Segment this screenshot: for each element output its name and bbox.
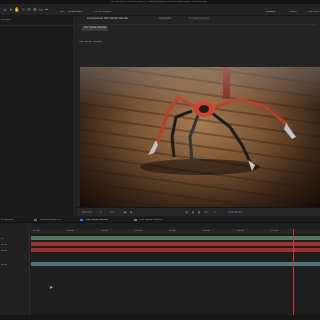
layer-row-label[interactable]: Mrow (1, 244, 7, 246)
orientation-label[interactable]: Orientation (68, 11, 83, 14)
chevron-down-icon[interactable]: ▾ (100, 210, 101, 215)
status-bar (0, 315, 320, 320)
draft-3d-label[interactable]: Top 3D Layers (93, 11, 111, 14)
region-icon[interactable]: ▣ (124, 210, 126, 215)
ruler-tick: 01:12f (67, 230, 75, 232)
channel-icon[interactable]: ◐ (186, 210, 188, 215)
layer-bar-red[interactable] (31, 242, 320, 246)
color-picker-icon[interactable]: ◉ (192, 210, 194, 215)
comp-color-swatch (34, 219, 37, 221)
frame-count: 0.0 (204, 211, 208, 214)
tab-footage[interactable]: Footage (none) (186, 16, 211, 22)
window-title: Adobe After Effects (Beta) - /Users/jess… (110, 0, 210, 3)
layer-bar-green[interactable] (31, 236, 320, 240)
layer-bar-teal[interactable] (31, 262, 320, 266)
ruler-tick: 07:12f (271, 230, 279, 232)
pen-tool-icon[interactable]: ✒ (44, 7, 50, 14)
comp-color-swatch (134, 219, 137, 221)
ruler-tick: 02:12f (101, 230, 109, 232)
content-label: Content (1, 19, 12, 21)
properties-label: Properties (1, 218, 14, 221)
tab-metadata[interactable]: Metadata (156, 16, 173, 22)
ruler-tick: 06:12f (237, 230, 245, 232)
layer-row-label[interactable]: Sibre (1, 250, 7, 252)
ruler-tick: 00:12f (33, 230, 41, 232)
ruler-tick: 03:12f (135, 230, 143, 232)
snap-label[interactable]: Sel (60, 11, 64, 14)
workspace-default[interactable]: Default (266, 11, 275, 14)
time-ruler[interactable]: 00:12f 01:12f 02:12f 03:12f 04:12f 05:12… (31, 229, 320, 235)
playhead[interactable] (293, 229, 294, 315)
tab-ssc-spider-render[interactable]: SSC Spider Render (86, 219, 108, 221)
tab-ssc-spider-nature[interactable]: SSC Spider Nature (140, 219, 162, 221)
panel-divider (0, 25, 74, 26)
tab-ssb-animated[interactable]: SSB Animated 3D (40, 219, 61, 221)
robot-shadow (140, 159, 260, 175)
workspace-learn[interactable]: Learn (290, 11, 297, 14)
timecode[interactable]: 0:00:01:04 (228, 210, 242, 215)
light-haze (80, 67, 320, 107)
workspace-standard[interactable]: Standard (308, 11, 320, 14)
layer-bar-red[interactable] (31, 248, 320, 252)
ruler-tick: 04:12f (169, 230, 177, 232)
viewer-controls: (55.8%) ▾ Full ▣ ▦ ◐ ◉ ■ 0.0 ◇ 0:00:01:0… (76, 207, 320, 216)
grid-icon[interactable]: ▦ (130, 210, 132, 215)
tab-divider (79, 24, 317, 25)
snapshot-icon[interactable]: ◇ (214, 210, 216, 215)
zoom-level[interactable]: (55.8%) (82, 210, 92, 215)
layer-row-label[interactable]: Lo (1, 238, 4, 240)
comp-sub-label: SSC Spider Render (79, 41, 102, 43)
toolbar: ⌂ ➤ ✋ ⌕ ⟳ ✥ ▭ ✒ Sel Orientation Top 3D L… (0, 4, 320, 16)
tab-composition[interactable]: Composition SSC Spider Render (84, 16, 130, 22)
layer-row-label[interactable]: Mrow (1, 264, 7, 266)
comp-color-swatch (80, 219, 83, 221)
project-panel: Content (0, 16, 75, 216)
ruler-tick: 05:12f (203, 230, 211, 232)
layer-list: Lo Mrow Sibre Mrow (0, 223, 30, 315)
cursor-icon: ➤ (49, 285, 54, 291)
comp-chip[interactable]: SSC Spider Render (82, 26, 109, 31)
resolution-select[interactable]: Full (110, 210, 114, 215)
camera-icon[interactable]: ■ (198, 210, 200, 215)
